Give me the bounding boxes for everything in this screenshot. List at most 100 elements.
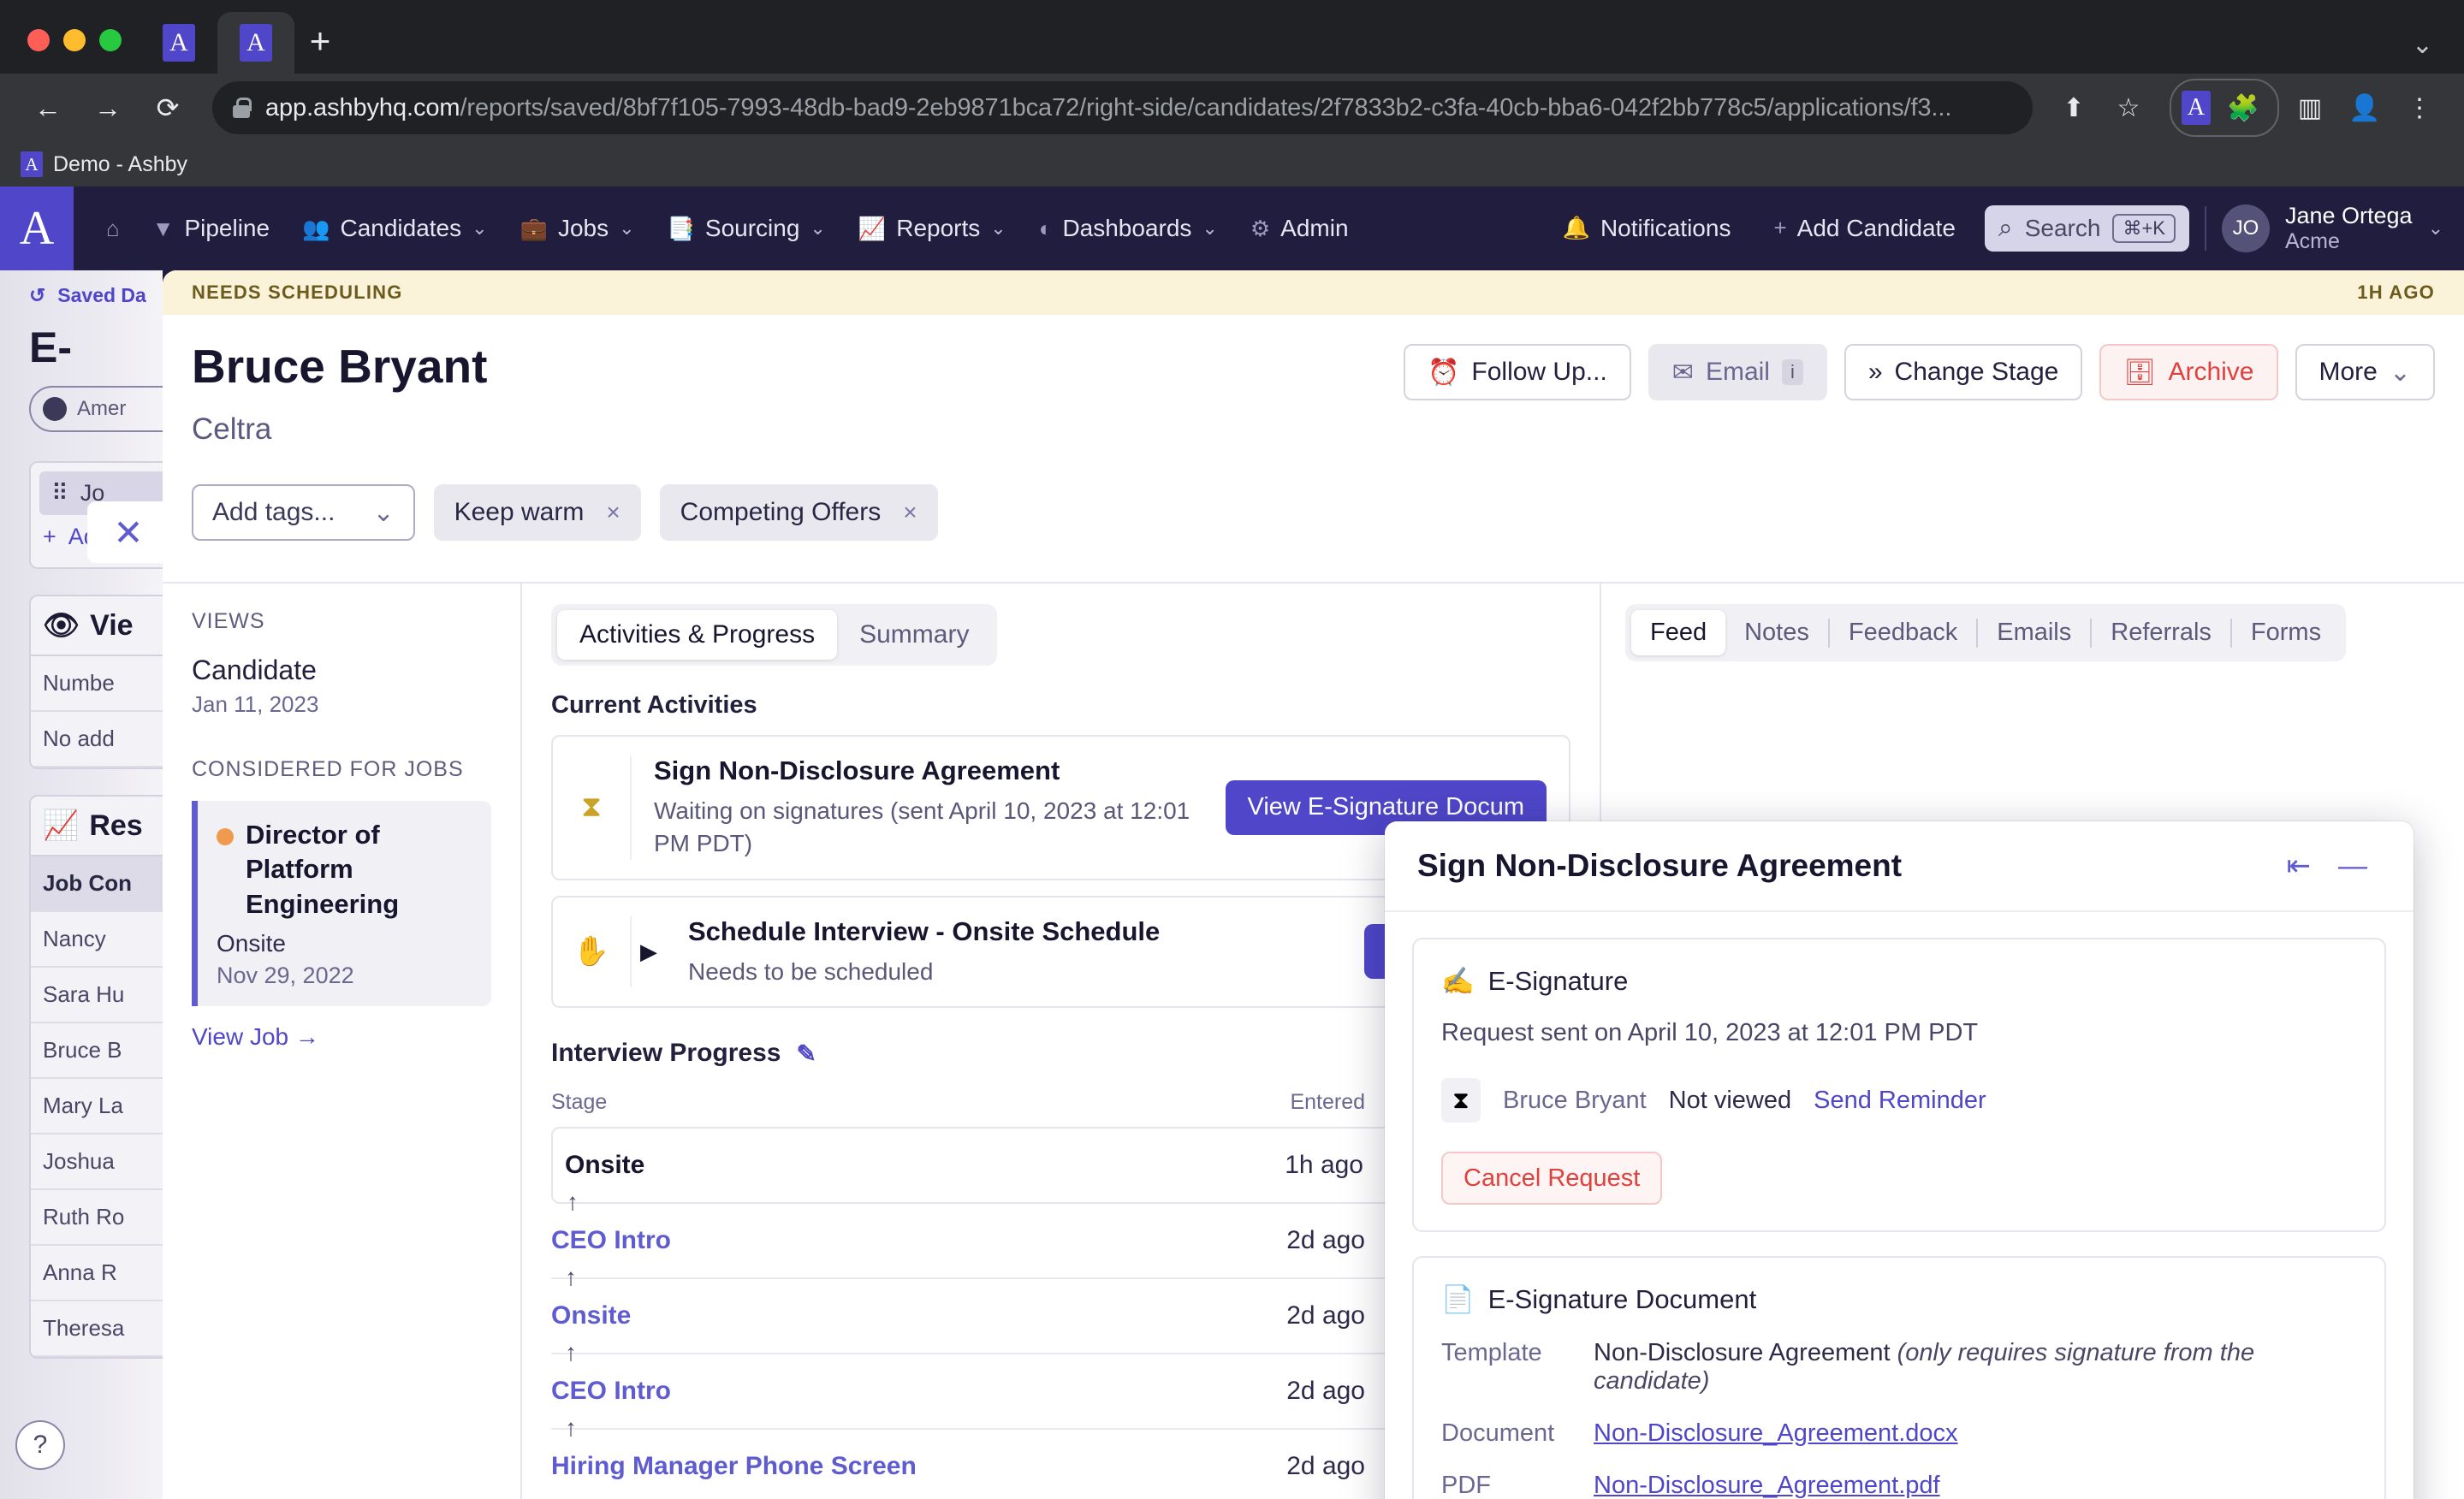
nav-item-candidates[interactable]: 👥 Candidates ⌄	[288, 206, 501, 251]
puzzle-icon[interactable]: 🧩	[2219, 84, 2267, 132]
close-report-panel-button[interactable]: ✕	[87, 501, 169, 563]
nav-item-sourcing[interactable]: 📑 Sourcing ⌄	[654, 206, 840, 251]
results-row[interactable]: Bruce B	[31, 1023, 163, 1079]
profile-icon[interactable]: 👤	[2341, 84, 2389, 132]
view-row[interactable]: Numbe	[31, 656, 163, 712]
expand-panel-icon[interactable]: ⇤	[2273, 849, 2325, 883]
hand-icon: ✋	[553, 916, 632, 988]
stage-cell[interactable]: Hiring Manager Phone Screen	[551, 1452, 1194, 1481]
candidate-header: Bruce Bryant Celtra Add tags... ⌄ Keep w…	[163, 315, 2464, 541]
results-row[interactable]: Theresa	[31, 1301, 163, 1357]
esignature-card-header: ✍ E-Signature	[1441, 965, 2357, 997]
results-row[interactable]: Mary La	[31, 1079, 163, 1135]
tag-keep-warm[interactable]: Keep warm ×	[434, 484, 641, 541]
document-docx-link[interactable]: Non-Disclosure_Agreement.docx	[1594, 1419, 1958, 1447]
cancel-request-button[interactable]: Cancel Request	[1441, 1152, 1662, 1205]
tag-competing-offers[interactable]: Competing Offers ×	[660, 484, 938, 541]
email-button[interactable]: ✉ Email i	[1648, 344, 1827, 400]
address-bar[interactable]: app.ashbyhq.com/reports/saved/8bf7f105-7…	[212, 81, 2033, 134]
more-button[interactable]: More ⌄	[2295, 344, 2436, 400]
nav-item-pipeline[interactable]: ▼ Pipeline	[139, 206, 283, 251]
nav-label: Sourcing	[705, 215, 800, 242]
results-row[interactable]: Sara Hu	[31, 968, 163, 1023]
saved-data-label: Saved Da	[57, 284, 146, 307]
document-pdf-link[interactable]: Non-Disclosure_Agreement.pdf	[1594, 1472, 1940, 1499]
forward-icon[interactable]: →	[80, 80, 135, 135]
stage-cell[interactable]: Onsite	[551, 1301, 1194, 1330]
help-button[interactable]: ?	[15, 1420, 65, 1470]
tab-feedback[interactable]: Feedback	[1830, 610, 1976, 655]
ashby-extension-icon[interactable]: A	[2182, 91, 2211, 125]
stage-cell[interactable]: CEO Intro	[551, 1377, 1194, 1406]
tab-referrals[interactable]: Referrals	[2092, 610, 2230, 655]
bookmark-item-demo-ashby[interactable]: Demo - Ashby	[53, 152, 187, 177]
back-icon[interactable]: ←	[21, 80, 75, 135]
chevron-down-icon: ⌄	[619, 217, 634, 240]
stage-cell[interactable]: CEO Intro	[551, 1226, 1194, 1255]
archive-button[interactable]: 🗄 Archive	[2099, 344, 2277, 400]
search-button[interactable]: ⌕ Search ⌘+K	[1985, 205, 2189, 252]
close-icon[interactable]: ×	[606, 499, 620, 526]
add-candidate-button[interactable]: + Add Candidate	[1760, 206, 1968, 251]
activity-title: Sign Non-Disclosure Agreement	[654, 755, 1203, 786]
hourglass-icon: ⧗	[553, 755, 632, 860]
tab-forms[interactable]: Forms	[2232, 610, 2340, 655]
tab-feed[interactable]: Feed	[1631, 610, 1725, 655]
close-window-button[interactable]	[27, 29, 50, 51]
close-icon[interactable]: ×	[903, 499, 917, 526]
results-row[interactable]: Joshua	[31, 1135, 163, 1190]
sidebar-item-candidate[interactable]: Candidate Jan 11, 2023	[192, 655, 491, 718]
plus-icon: +	[43, 524, 56, 550]
field-pdf: PDF Non-Disclosure_Agreement.pdf	[1441, 1472, 2357, 1499]
drag-handle-icon[interactable]: ⠿	[51, 480, 68, 507]
avatar[interactable]: JO	[2222, 204, 2270, 252]
side-panel-icon[interactable]: ▥	[2286, 84, 2334, 132]
tab-summary[interactable]: Summary	[837, 610, 991, 660]
window-controls[interactable]	[17, 29, 140, 74]
user-menu[interactable]: Jane Ortega Acme	[2285, 203, 2413, 254]
ashby-logo-icon[interactable]: A	[0, 187, 74, 270]
browser-tab-1[interactable]: A	[140, 12, 217, 74]
minimize-icon[interactable]: —	[2324, 850, 2381, 883]
saved-data-link[interactable]: ↺ Saved Da	[0, 270, 163, 307]
entered-cell: 2d ago	[1194, 1452, 1365, 1481]
nav-item-dashboards[interactable]: ◐ Dashboards ⌄	[1025, 206, 1232, 251]
funnel-icon: ▼	[152, 216, 175, 242]
notifications-button[interactable]: 🔔 Notifications	[1549, 206, 1745, 251]
sidebar-item-job[interactable]: Director of Platform Engineering Onsite …	[192, 801, 491, 1006]
timezone-pill[interactable]: Amer	[29, 386, 163, 432]
nav-item-jobs[interactable]: 💼 Jobs ⌄	[507, 206, 649, 251]
tab-activities-progress[interactable]: Activities & Progress	[557, 610, 837, 660]
nav-item-home[interactable]: ⌂	[92, 207, 134, 251]
maximize-window-button[interactable]	[99, 29, 122, 51]
share-icon[interactable]: ⬆	[2050, 84, 2098, 132]
extensions-group: A 🧩	[2170, 79, 2279, 137]
view-row[interactable]: No add	[31, 712, 163, 767]
change-stage-button[interactable]: » Change Stage	[1844, 344, 2083, 400]
chevron-down-icon[interactable]: ⌄	[2412, 30, 2433, 60]
bookmark-star-icon[interactable]: ☆	[2105, 84, 2152, 132]
views-candidate-date: Jan 11, 2023	[192, 691, 491, 718]
results-row[interactable]: Anna R	[31, 1246, 163, 1301]
send-reminder-link[interactable]: Send Reminder	[1814, 1087, 1986, 1115]
expand-caret-icon[interactable]: ▶	[632, 939, 666, 965]
edit-pencil-icon[interactable]: ✎	[796, 1040, 816, 1068]
browser-menu-icon[interactable]: ⋮	[2396, 84, 2443, 132]
browser-tab-2-active[interactable]: A	[217, 12, 294, 74]
results-row[interactable]: Ruth Ro	[31, 1190, 163, 1246]
new-tab-button[interactable]: +	[294, 15, 346, 67]
results-row[interactable]: Nancy	[31, 912, 163, 968]
envelope-icon: ✉	[1672, 358, 1694, 388]
add-tags-dropdown[interactable]: Add tags... ⌄	[192, 484, 415, 541]
reload-icon[interactable]: ⟳	[140, 80, 195, 135]
follow-up-button[interactable]: ⏰ Follow Up...	[1404, 344, 1631, 400]
minimize-window-button[interactable]	[63, 29, 86, 51]
nav-item-reports[interactable]: 📈 Reports ⌄	[845, 206, 1020, 251]
chevron-down-icon[interactable]: ⌄	[2428, 217, 2443, 240]
tab-notes[interactable]: Notes	[1725, 610, 1828, 655]
view-job-link[interactable]: View Job →	[192, 1023, 491, 1051]
nav-item-admin[interactable]: ⚙ Admin	[1237, 206, 1363, 251]
results-section-label: Res	[89, 809, 142, 843]
tab-emails[interactable]: Emails	[1978, 610, 2090, 655]
url-path: /reports/saved/8bf7f105-7993-48db-bad9-2…	[460, 94, 1951, 121]
